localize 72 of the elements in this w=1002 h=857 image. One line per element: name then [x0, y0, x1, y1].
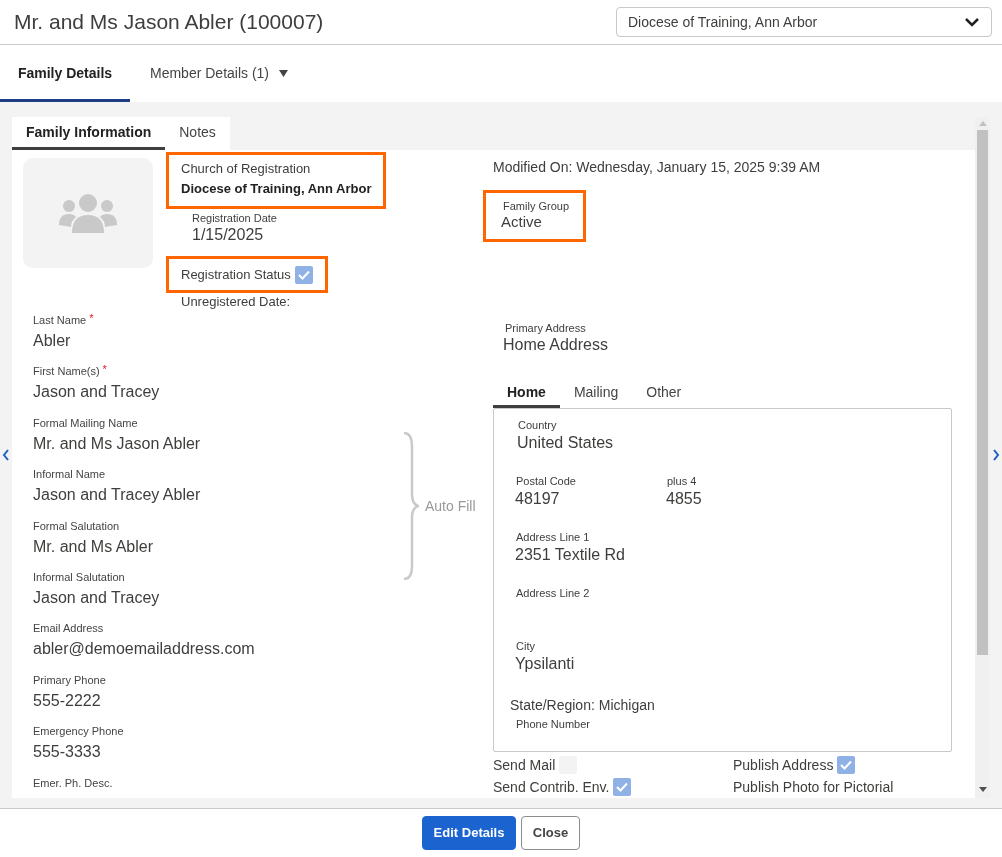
field-value: United States — [517, 433, 614, 454]
field-label: Registration Status — [181, 265, 291, 284]
required-mark: * — [89, 312, 94, 326]
field-label: Emergency Phone — [33, 724, 124, 740]
state-region-text: State/Region: Michigan — [510, 696, 656, 715]
chevron-down-icon — [964, 17, 980, 27]
field-label: Church of Registration — [181, 160, 312, 178]
scroll-up-icon[interactable] — [978, 121, 987, 126]
field-label: Informal Salutation — [33, 569, 125, 585]
caret-down-icon — [279, 70, 289, 77]
field-value: Diocese of Training, Ann Arbor — [181, 180, 372, 198]
field-label: Family Group — [503, 199, 571, 213]
field-label: Primary Phone — [33, 672, 106, 688]
field-label: Address Line 2 — [516, 586, 590, 602]
chevron-left-icon[interactable] — [2, 449, 10, 461]
field-label: Address Line 1 — [516, 530, 591, 546]
window-title: Mr. and Ms Jason Abler (100007) — [14, 9, 324, 36]
field-label: Informal Name — [33, 467, 106, 483]
field-label: Email Address — [33, 621, 104, 637]
tab[interactable]: Member Details (1) — [130, 45, 309, 102]
tab[interactable]: Notes — [165, 117, 230, 150]
option-label: Send Mail — [493, 755, 556, 775]
field-value: Jason and Tracey — [33, 382, 161, 403]
field-value: Jason and Tracey Abler — [33, 485, 202, 506]
group-icon — [59, 193, 117, 233]
field-value: Ypsilanti — [515, 654, 575, 675]
field-value: 1/15/2025 — [192, 225, 265, 245]
checkbox[interactable] — [613, 778, 632, 796]
tab[interactable]: Family Information — [12, 117, 166, 150]
field-value: 555-2222 — [33, 690, 102, 711]
edit-details-button[interactable]: Edit Details — [422, 816, 516, 850]
close-button[interactable]: Close — [521, 816, 580, 850]
scrollbar-thumb[interactable] — [977, 130, 988, 655]
field-value: abler@demoemailaddress.com — [33, 639, 256, 660]
field-value: 2351 Textile Rd — [515, 545, 625, 566]
auto-fill-label: Auto Fill — [425, 496, 476, 516]
field-label: Last Name — [33, 313, 87, 328]
scroll-down-icon[interactable] — [978, 787, 987, 792]
option-label: Publish Address — [733, 755, 834, 775]
modified-on-text: Modified On: Wednesday, January 15, 2025 9:39 AM — [493, 158, 822, 176]
field-label: Formal Mailing Name — [33, 415, 138, 431]
chevron-right-icon[interactable] — [992, 449, 1000, 461]
checkbox[interactable] — [837, 756, 856, 774]
option-label: Publish Photo for Pictorial — [733, 777, 894, 797]
option-label: Send Contrib. Env. — [493, 777, 610, 797]
checkbox[interactable] — [294, 265, 313, 284]
tab[interactable]: Home — [493, 379, 560, 409]
tab[interactable]: Other — [632, 379, 696, 409]
field-label: Emer. Ph. Desc. — [33, 775, 113, 791]
field-label: First Name(s) — [33, 364, 100, 380]
field-label: Country — [518, 418, 558, 434]
field-value: Jason and Tracey — [33, 587, 161, 608]
field-value: Active — [501, 213, 543, 231]
field-value: Mr. and Ms Abler — [33, 536, 155, 557]
field-label: plus 4 — [667, 474, 698, 490]
field-label: Unregistered Date: — [180, 293, 292, 310]
parish-dropdown[interactable]: Diocese of Training, Ann Arbor — [616, 7, 992, 37]
required-mark: * — [102, 363, 107, 378]
field-value: 4855 — [666, 489, 702, 510]
field-value: Abler — [33, 331, 72, 351]
field-value: 555-3333 — [33, 742, 102, 763]
field-label: Primary Address — [505, 320, 587, 335]
field-label: Registration Date — [192, 211, 278, 225]
field-label: Postal Code — [516, 474, 577, 490]
field-label: Formal Salutation — [33, 518, 120, 534]
field-label: City — [516, 639, 536, 655]
field-value: Home Address — [503, 334, 609, 355]
tab[interactable]: Mailing — [559, 379, 633, 409]
brace-icon — [403, 432, 419, 580]
field-label: Phone Number — [516, 717, 591, 733]
field-value: 48197 — [515, 489, 561, 510]
field-value: Mr. and Ms Jason Abler — [33, 433, 202, 454]
